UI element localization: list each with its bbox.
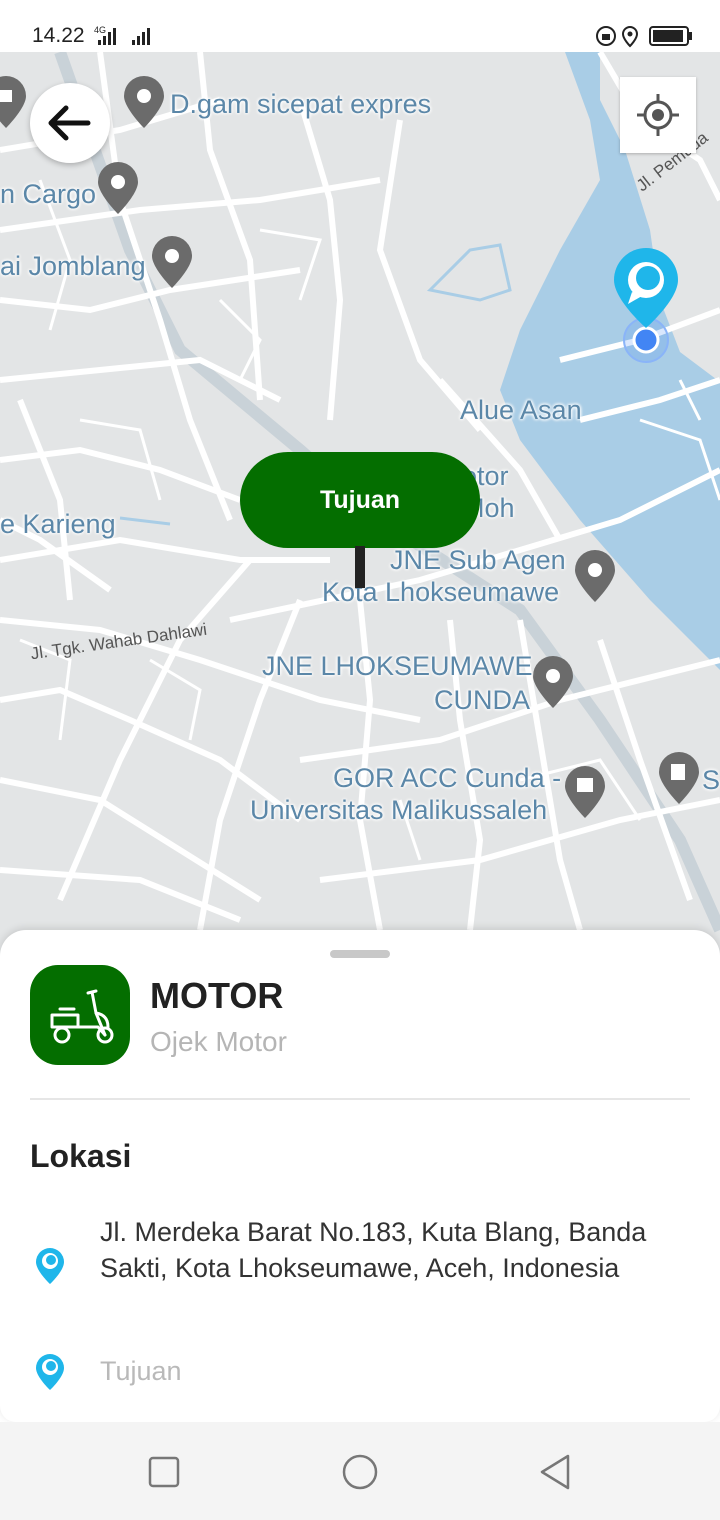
map-label-alue-asan: Alue Asan [460,395,582,425]
destination-pin-stem [355,546,365,588]
signal-icon: 4G [94,24,164,51]
destination-pin-button[interactable]: Tujuan [240,452,480,548]
network-type-label: 4G [94,25,106,35]
map-label-jomblang: ai Jomblang [0,251,146,281]
map-label-jne-lhokseumawe: JNE LHOKSEUMAWE [262,651,533,681]
back-button[interactable] [30,83,110,163]
map-label-jne-cunda: CUNDA [434,685,531,715]
service-subtitle: Ojek Motor [150,1026,287,1057]
crosshair-icon [637,94,679,136]
map-label-jne-sub-agen: JNE Sub Agen [390,545,566,575]
drag-handle[interactable] [330,950,390,958]
battery-icon [649,26,692,46]
map-label-gor-acc: GOR ACC Cunda - [333,763,562,793]
divider [30,1098,690,1100]
map-label-s-partial: S [702,765,720,795]
rotation-lock-icon [596,26,616,46]
destination-location-icon [36,1354,64,1390]
system-nav-bar [0,1422,720,1520]
section-title-lokasi: Lokasi [30,1138,132,1174]
back-triangle-icon[interactable] [536,1452,576,1492]
my-location-button[interactable] [620,77,696,153]
map-label-cargo: n Cargo [0,179,97,209]
status-icons [596,24,696,53]
map-label-karieng: e Karieng [0,509,116,539]
location-icon [621,25,639,48]
recents-square-icon[interactable] [144,1452,184,1492]
status-bar: 14.22 4G [0,0,720,52]
pickup-address[interactable]: Jl. Merdeka Barat No.183, Kuta Blang, Ba… [100,1214,660,1286]
pickup-location-icon [36,1248,64,1284]
arrow-left-icon [48,105,91,141]
map-label-dgam: D.gam sicepat expres [170,89,432,119]
home-circle-icon[interactable] [340,1452,380,1492]
scooter-icon [30,965,130,1065]
bottom-sheet: MOTOR Ojek Motor Lokasi Jl. Merdeka Bara… [0,930,720,1422]
status-time: 14.22 [32,24,85,47]
destination-field[interactable]: Tujuan [100,1356,182,1387]
service-name: MOTOR [150,975,284,1016]
map-label-universitas: Universitas Malikussaleh [250,795,548,825]
